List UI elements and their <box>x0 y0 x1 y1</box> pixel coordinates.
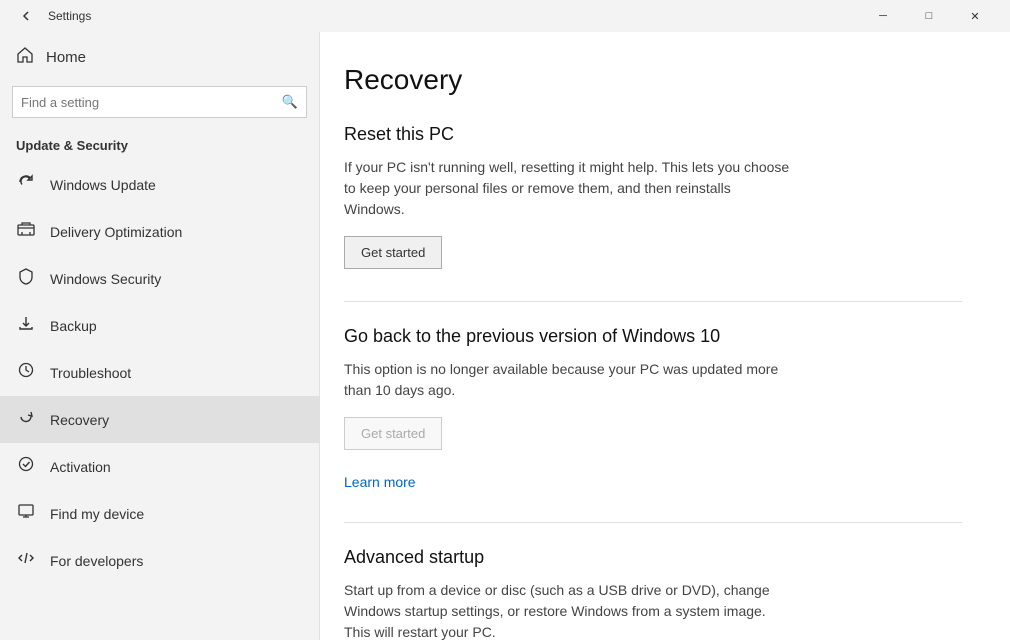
go-back-button: Get started <box>344 417 442 450</box>
minimize-button[interactable]: ─ <box>860 0 906 32</box>
sidebar-item-label: Windows Security <box>50 271 161 287</box>
divider-1 <box>344 301 962 302</box>
sidebar-item-label: Troubleshoot <box>50 365 131 381</box>
sidebar-item-windows-update[interactable]: Windows Update <box>0 161 319 208</box>
delivery-icon <box>16 220 36 243</box>
sidebar-item-recovery[interactable]: Recovery <box>0 396 319 443</box>
refresh-icon <box>16 173 36 196</box>
sidebar-item-label: Delivery Optimization <box>50 224 182 240</box>
close-button[interactable]: ✕ <box>952 0 998 32</box>
sidebar-item-delivery-optimization[interactable]: Delivery Optimization <box>0 208 319 255</box>
developers-icon <box>16 549 36 572</box>
sidebar-item-label: Windows Update <box>50 177 156 193</box>
sidebar-item-windows-security[interactable]: Windows Security <box>0 255 319 302</box>
find-icon <box>16 502 36 525</box>
sidebar-item-label: For developers <box>50 553 143 569</box>
sidebar-item-backup[interactable]: Backup <box>0 302 319 349</box>
app-title: Settings <box>48 9 860 23</box>
sidebar-item-label: Find my device <box>50 506 144 522</box>
sidebar-item-label: Backup <box>50 318 97 334</box>
reset-pc-text: If your PC isn't running well, resetting… <box>344 157 794 220</box>
sidebar-home-item[interactable]: Home <box>0 32 319 82</box>
reset-pc-title: Reset this PC <box>344 124 962 145</box>
recovery-icon <box>16 408 36 431</box>
maximize-button[interactable]: □ <box>906 0 952 32</box>
back-button[interactable] <box>12 2 40 30</box>
sidebar-item-label: Recovery <box>50 412 109 428</box>
main-layout: Home 🔍 Update & Security Windows Update … <box>0 32 1010 640</box>
sidebar-item-troubleshoot[interactable]: Troubleshoot <box>0 349 319 396</box>
sidebar-item-label: Activation <box>50 459 111 475</box>
page-title: Recovery <box>344 64 962 96</box>
go-back-title: Go back to the previous version of Windo… <box>344 326 962 347</box>
shield-icon <box>16 267 36 290</box>
sidebar-item-find-my-device[interactable]: Find my device <box>0 490 319 537</box>
activation-icon <box>16 455 36 478</box>
sidebar-item-activation[interactable]: Activation <box>0 443 319 490</box>
home-label: Home <box>46 49 86 66</box>
troubleshoot-icon <box>16 361 36 384</box>
sidebar-section-title: Update & Security <box>0 130 319 161</box>
advanced-startup-text: Start up from a device or disc (such as … <box>344 580 794 640</box>
backup-icon <box>16 314 36 337</box>
search-icon: 🔍 <box>282 94 298 110</box>
learn-more-link[interactable]: Learn more <box>344 474 416 490</box>
search-box[interactable]: 🔍 <box>12 86 307 118</box>
home-icon <box>16 46 34 68</box>
advanced-startup-title: Advanced startup <box>344 547 962 568</box>
sidebar: Home 🔍 Update & Security Windows Update … <box>0 32 320 640</box>
go-back-text: This option is no longer available becau… <box>344 359 794 401</box>
search-input[interactable] <box>21 95 282 110</box>
reset-pc-button[interactable]: Get started <box>344 236 442 269</box>
divider-2 <box>344 522 962 523</box>
window-controls: ─ □ ✕ <box>860 0 998 32</box>
sidebar-item-for-developers[interactable]: For developers <box>0 537 319 584</box>
titlebar: Settings ─ □ ✕ <box>0 0 1010 32</box>
content-area: Recovery Reset this PC If your PC isn't … <box>320 32 1010 640</box>
